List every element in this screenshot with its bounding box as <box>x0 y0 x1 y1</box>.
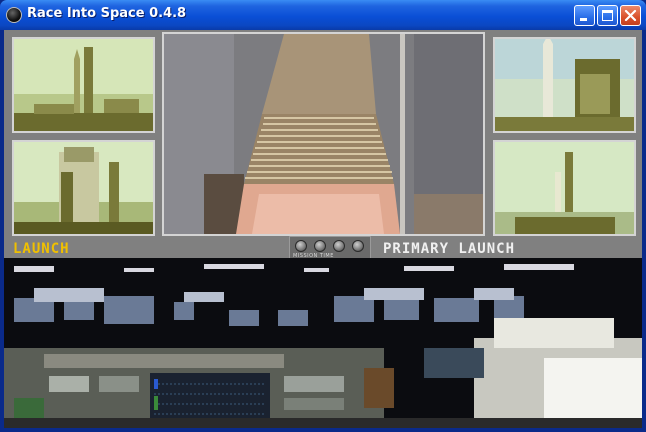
maximize-button[interactable] <box>597 5 618 26</box>
engine-nozzle-image <box>164 34 483 234</box>
camera-view-top-left <box>12 37 155 133</box>
dial-icon[interactable] <box>295 240 307 252</box>
rocket-tower-image <box>14 39 153 131</box>
minimize-icon <box>580 18 587 21</box>
camera-view-bottom-left <box>12 140 155 236</box>
dial-icon[interactable] <box>333 240 345 252</box>
app-window: Race Into Space 0.4.8 LAUNCH PRIMARY LAU… <box>0 0 646 432</box>
mission-control-scene <box>4 258 642 428</box>
mission-time-strip: MISSION TIME <box>289 236 371 260</box>
minimize-button[interactable] <box>574 5 595 26</box>
mission-control-image <box>4 258 642 428</box>
dial-icon[interactable] <box>352 240 364 252</box>
camera-view-bottom-right <box>493 140 636 236</box>
camera-view-top-right <box>493 37 636 133</box>
close-button[interactable] <box>620 5 641 26</box>
close-icon <box>624 9 637 22</box>
camera-view-center <box>162 32 485 236</box>
maximize-icon <box>602 10 613 21</box>
app-icon[interactable] <box>6 7 22 23</box>
primary-launch-label: PRIMARY LAUNCH <box>383 241 516 257</box>
rocket-ascent-image <box>495 142 634 234</box>
window-title: Race Into Space 0.4.8 <box>27 6 187 21</box>
rocket-liftoff-image <box>495 39 634 131</box>
title-bar[interactable]: Race Into Space 0.4.8 <box>0 0 646 30</box>
launch-label: LAUNCH <box>13 241 70 257</box>
rocket-closeup-image <box>14 142 153 234</box>
game-viewport[interactable]: LAUNCH PRIMARY LAUNCH MISSION TIME <box>4 30 642 428</box>
dial-icon[interactable] <box>314 240 326 252</box>
